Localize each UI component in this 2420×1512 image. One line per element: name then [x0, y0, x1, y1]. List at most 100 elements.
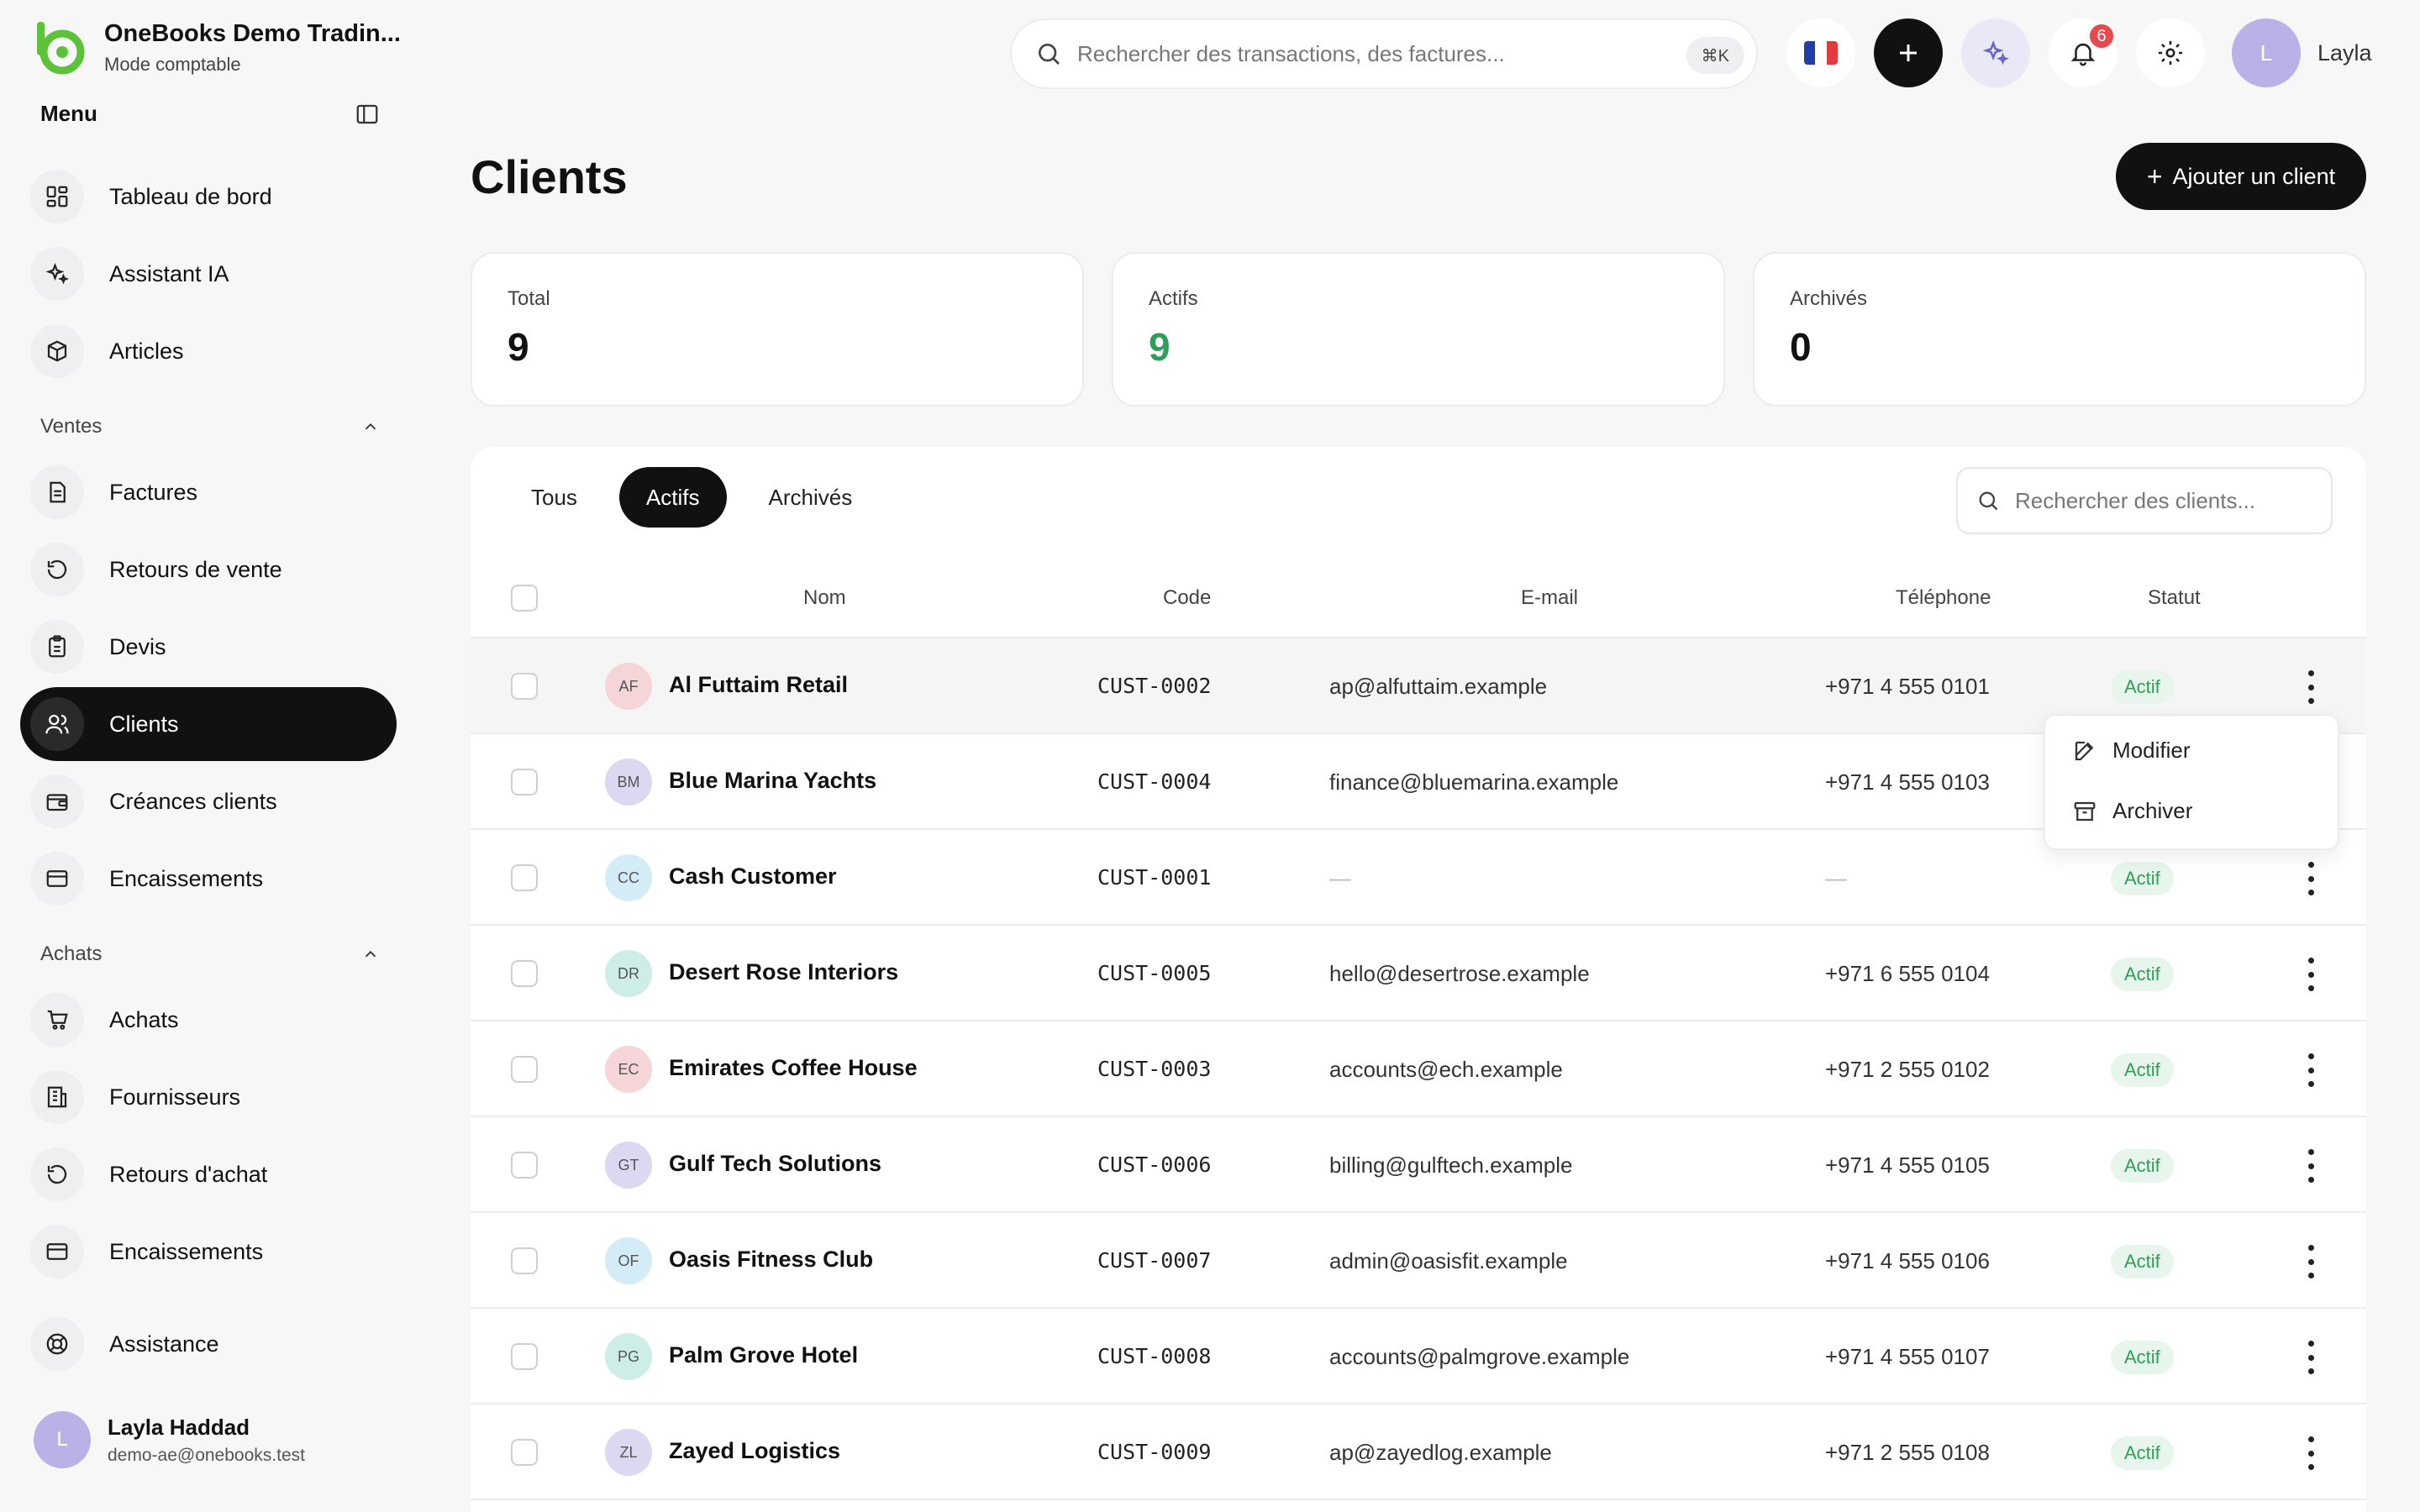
- sidebar-item-dashboard[interactable]: Tableau de bord: [20, 160, 397, 234]
- chevron-up-icon: [365, 423, 376, 430]
- sidebar-user-profile[interactable]: L Layla Haddad demo-ae@onebooks.test: [34, 1411, 305, 1468]
- row-checkbox[interactable]: [511, 1439, 538, 1466]
- clients-table-panel: Tous Actifs Archivés Rechercher des clie…: [471, 447, 2366, 1512]
- brand[interactable]: OneBooks Demo Tradin... Mode comptable: [32, 18, 401, 76]
- sidebar-item-purchase-payments[interactable]: Encaissements: [20, 1215, 397, 1289]
- client-code: CUST-0003: [1097, 1057, 1212, 1081]
- client-code: CUST-0001: [1097, 865, 1212, 890]
- mode-label: Mode comptable: [104, 54, 241, 75]
- row-checkbox[interactable]: [511, 960, 538, 987]
- filter-tabs: Tous Actifs Archivés: [504, 467, 894, 528]
- row-checkbox[interactable]: [511, 673, 538, 700]
- sidebar-item-invoices[interactable]: Factures: [20, 455, 397, 529]
- archive-menu-item[interactable]: Archiver: [2072, 798, 2192, 824]
- table-row[interactable]: GT Gulf Tech Solutions CUST-0006 billing@gu…: [471, 1117, 2366, 1213]
- sidebar: OneBooks Demo Tradin... Mode comptable M…: [0, 0, 420, 1512]
- notifications-button[interactable]: 6: [2049, 18, 2118, 87]
- client-name[interactable]: Emirates Coffee House: [669, 1055, 918, 1081]
- purchases-section-header[interactable]: Achats: [40, 942, 380, 966]
- client-name[interactable]: Desert Rose Interiors: [669, 959, 898, 985]
- client-email: admin@oasisfit.example: [1329, 1248, 1568, 1273]
- stat-value: 0: [1790, 325, 1812, 369]
- ai-assistant-button[interactable]: [1961, 18, 2030, 87]
- sidebar-item-purchase-returns[interactable]: Retours d'achat: [20, 1137, 397, 1211]
- sidebar-item-sales-payments[interactable]: Encaissements: [20, 842, 397, 916]
- client-name[interactable]: Zayed Logistics: [669, 1438, 840, 1464]
- sidebar-item-quotes[interactable]: Devis: [20, 610, 397, 684]
- global-search-input[interactable]: Rechercher des transactions, des facture…: [1010, 18, 1758, 89]
- sidebar-item-support[interactable]: Assistance: [20, 1307, 397, 1381]
- row-actions-button[interactable]: [2304, 1053, 2317, 1087]
- sidebar-item-clients[interactable]: Clients: [20, 687, 397, 761]
- user-name: Layla: [2317, 39, 2372, 66]
- client-email: —: [1329, 865, 1351, 890]
- row-actions-button[interactable]: [2304, 1149, 2317, 1183]
- table-row[interactable]: OF Oasis Fitness Club CUST-0007 admin@oasis…: [471, 1213, 2366, 1309]
- client-email: ap@zayedlog.example: [1329, 1440, 1552, 1465]
- sidebar-item-purchases[interactable]: Achats: [20, 983, 397, 1057]
- client-name[interactable]: Oasis Fitness Club: [669, 1247, 873, 1273]
- client-name[interactable]: Al Futtaim Retail: [669, 672, 848, 698]
- column-phone[interactable]: Téléphone: [1896, 586, 1991, 610]
- sparkles-icon: [1982, 40, 2009, 66]
- row-checkbox[interactable]: [511, 769, 538, 795]
- row-checkbox[interactable]: [511, 1056, 538, 1083]
- row-actions-button[interactable]: [2304, 1436, 2317, 1470]
- sidebar-item-receivables[interactable]: Créances clients: [20, 764, 397, 838]
- row-actions-button[interactable]: [2304, 862, 2317, 895]
- sidebar-item-ai-assistant[interactable]: Assistant IA: [20, 237, 397, 311]
- add-client-button[interactable]: + Ajouter un client: [2116, 143, 2366, 210]
- edit-menu-item[interactable]: Modifier: [2072, 738, 2190, 764]
- client-name[interactable]: Palm Grove Hotel: [669, 1342, 858, 1368]
- row-checkbox[interactable]: [511, 1343, 538, 1370]
- france-flag-icon: [1804, 41, 1838, 65]
- status-badge: Actif: [2111, 958, 2174, 991]
- client-name[interactable]: Gulf Tech Solutions: [669, 1151, 881, 1177]
- notification-count-badge: 6: [2087, 22, 2116, 50]
- column-email[interactable]: E-mail: [1521, 586, 1578, 610]
- tab-active[interactable]: Actifs: [618, 467, 727, 528]
- sidebar-item-sales-returns[interactable]: Retours de vente: [20, 533, 397, 606]
- row-actions-button[interactable]: [2304, 1245, 2317, 1278]
- column-status[interactable]: Statut: [2148, 586, 2201, 610]
- select-all-checkbox[interactable]: [511, 585, 538, 612]
- settings-button[interactable]: [2136, 18, 2205, 87]
- table-row[interactable]: EC Emirates Coffee House CUST-0003 accounts…: [471, 1021, 2366, 1117]
- row-actions-button[interactable]: [2304, 670, 2317, 704]
- sidebar-item-articles[interactable]: Articles: [20, 314, 397, 388]
- quick-create-button[interactable]: [1874, 18, 1943, 87]
- row-actions-button[interactable]: [2304, 958, 2317, 991]
- tab-all[interactable]: Tous: [504, 467, 604, 528]
- table-row[interactable]: PG Palm Grove Hotel CUST-0008 accounts@palm…: [471, 1309, 2366, 1404]
- table-row[interactable]: ZL Zayed Logistics CUST-0009 ap@zayedlog.ex…: [471, 1404, 2366, 1500]
- sidebar-item-suppliers[interactable]: Fournisseurs: [20, 1060, 397, 1134]
- language-button[interactable]: [1786, 18, 1855, 87]
- row-checkbox[interactable]: [511, 1247, 538, 1274]
- user-name: Layla Haddad: [108, 1414, 250, 1440]
- search-placeholder: Rechercher des clients...: [2015, 487, 2256, 513]
- table-row[interactable]: DR Desert Rose Interiors CUST-0005 hello@de…: [471, 926, 2366, 1021]
- client-code: CUST-0007: [1097, 1248, 1212, 1273]
- dot: [2307, 684, 2314, 690]
- sidebar-toggle-icon[interactable]: [355, 102, 380, 127]
- client-search-input[interactable]: Rechercher des clients...: [1956, 467, 2333, 534]
- sales-section-header[interactable]: Ventes: [40, 415, 380, 438]
- column-name[interactable]: Nom: [803, 586, 846, 610]
- client-name[interactable]: Blue Marina Yachts: [669, 768, 876, 794]
- user-menu[interactable]: L Layla: [2232, 18, 2372, 87]
- client-phone: +971 2 555 0108: [1825, 1440, 1990, 1465]
- client-name[interactable]: Cash Customer: [669, 864, 837, 890]
- dot: [2307, 1067, 2314, 1074]
- client-email: accounts@palmgrove.example: [1329, 1344, 1630, 1369]
- client-email: ap@alfuttaim.example: [1329, 674, 1548, 699]
- row-checkbox[interactable]: [511, 1152, 538, 1179]
- avatar: GT: [605, 1142, 652, 1189]
- building-icon: [47, 1086, 67, 1108]
- dot: [2307, 1273, 2314, 1278]
- row-checkbox[interactable]: [511, 864, 538, 891]
- client-phone: +971 2 555 0102: [1825, 1057, 1990, 1082]
- row-actions-button[interactable]: [2304, 1341, 2317, 1374]
- column-code[interactable]: Code: [1163, 586, 1211, 610]
- tab-archived[interactable]: Archivés: [742, 467, 880, 528]
- client-email: billing@gulftech.example: [1329, 1152, 1573, 1178]
